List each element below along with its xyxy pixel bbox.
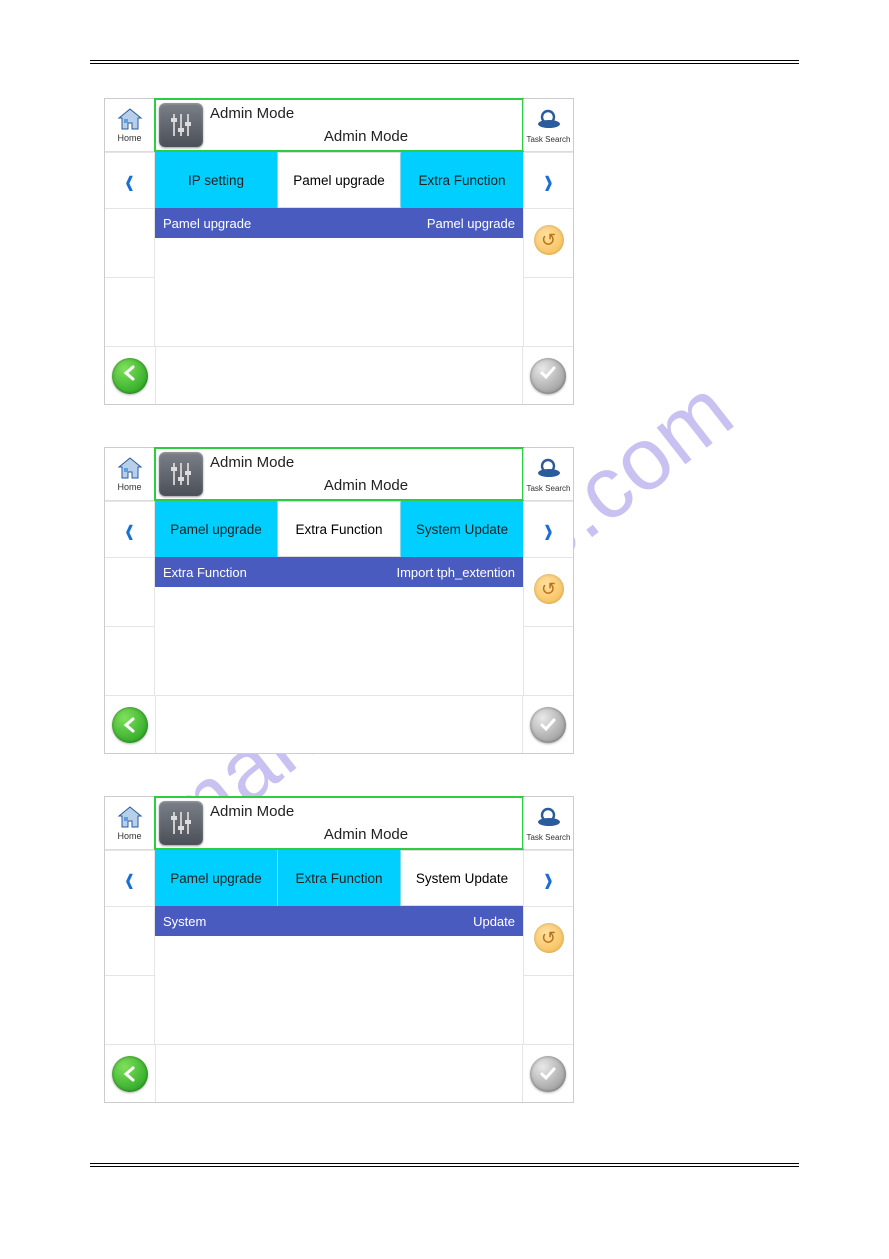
task-search-label: Task Search: [526, 135, 570, 144]
back-button[interactable]: [105, 347, 155, 404]
section-right: Pamel upgrade: [427, 216, 515, 231]
tab-label: Extra Function: [295, 871, 382, 886]
tab-label: Extra Function: [418, 173, 505, 188]
device-screenshot: Home Admin Mode Admin Mode Task Search: [104, 447, 574, 754]
refresh-icon: ↺: [541, 579, 556, 600]
tab-extra-function[interactable]: Extra Function: [401, 152, 523, 208]
search-icon: [535, 805, 563, 832]
section-header: System Update: [155, 906, 523, 936]
header-title: Admin Mode: [210, 105, 522, 122]
sliders-icon[interactable]: [159, 103, 203, 147]
tab-pamel-upgrade[interactable]: Pamel upgrade: [278, 152, 401, 208]
tab-extra-function[interactable]: Extra Function: [278, 501, 401, 557]
header-subtitle: Admin Mode: [210, 477, 522, 494]
header-subtitle: Admin Mode: [210, 826, 522, 843]
section-left: Pamel upgrade: [163, 216, 251, 231]
device-screenshot: Home Admin Mode Admin Mode Task Search: [104, 98, 574, 405]
page-top-rule: [90, 60, 799, 64]
confirm-button[interactable]: [523, 347, 573, 404]
tab-pamel-upgrade[interactable]: Pamel upgrade: [155, 850, 278, 906]
section-left: System: [163, 914, 206, 929]
refresh-button[interactable]: ↺: [524, 558, 573, 627]
tab-pamel-upgrade[interactable]: Pamel upgrade: [155, 501, 278, 557]
home-button[interactable]: Home: [105, 797, 155, 849]
mode-header: Admin Mode Admin Mode: [154, 796, 524, 850]
home-label: Home: [117, 482, 141, 492]
section-left: Extra Function: [163, 565, 247, 580]
content-area: [155, 238, 523, 346]
tab-next-button[interactable]: ›: [523, 850, 573, 906]
task-search-button[interactable]: Task Search: [523, 99, 573, 151]
chevron-right-icon: ›: [544, 855, 553, 902]
chevron-left-icon: ‹: [125, 157, 134, 204]
home-button[interactable]: Home: [105, 99, 155, 151]
tab-prev-button[interactable]: ‹: [105, 501, 155, 557]
task-search-label: Task Search: [526, 833, 570, 842]
tab-system-update[interactable]: System Update: [401, 850, 523, 906]
header-title: Admin Mode: [210, 803, 522, 820]
content-area: [155, 587, 523, 695]
chevron-left-icon: ‹: [125, 855, 134, 902]
chevron-right-icon: ›: [544, 157, 553, 204]
back-button[interactable]: [105, 1045, 155, 1102]
section-header: Pamel upgrade Pamel upgrade: [155, 208, 523, 238]
section-right: Update: [473, 914, 515, 929]
tab-next-button[interactable]: ›: [523, 152, 573, 208]
content-area: [155, 936, 523, 1044]
tab-label: Pamel upgrade: [170, 522, 262, 537]
tab-system-update[interactable]: System Update: [401, 501, 523, 557]
section-right: Import tph_extention: [396, 565, 515, 580]
task-search-label: Task Search: [526, 484, 570, 493]
tab-label: Extra Function: [295, 522, 382, 537]
side-cell: [105, 209, 154, 278]
home-label: Home: [117, 831, 141, 841]
tab-label: System Update: [416, 522, 508, 537]
home-icon: [116, 805, 144, 829]
home-button[interactable]: Home: [105, 448, 155, 500]
mode-header: Admin Mode Admin Mode: [154, 447, 524, 501]
home-icon: [116, 107, 144, 131]
tab-extra-function[interactable]: Extra Function: [278, 850, 401, 906]
device-screenshot: Home Admin Mode Admin Mode Task Search: [104, 796, 574, 1103]
footer-spacer: [155, 347, 523, 404]
header-title: Admin Mode: [210, 454, 522, 471]
refresh-icon: ↺: [541, 928, 556, 949]
tab-label: IP setting: [188, 173, 244, 188]
confirm-button[interactable]: [523, 696, 573, 753]
refresh-icon: ↺: [541, 230, 556, 251]
chevron-left-icon: ‹: [125, 506, 134, 553]
page-bottom-rule: [90, 1163, 799, 1167]
arrow-left-icon: [121, 364, 139, 387]
chevron-right-icon: ›: [544, 506, 553, 553]
tab-label: Pamel upgrade: [170, 871, 262, 886]
home-label: Home: [117, 133, 141, 143]
task-search-button[interactable]: Task Search: [523, 448, 573, 500]
mode-header: Admin Mode Admin Mode: [154, 98, 524, 152]
tab-next-button[interactable]: ›: [523, 501, 573, 557]
section-header: Extra Function Import tph_extention: [155, 557, 523, 587]
tab-label: Pamel upgrade: [293, 173, 385, 188]
tab-prev-button[interactable]: ‹: [105, 152, 155, 208]
back-button[interactable]: [105, 696, 155, 753]
confirm-button[interactable]: [523, 1045, 573, 1102]
task-search-button[interactable]: Task Search: [523, 797, 573, 849]
refresh-button[interactable]: ↺: [524, 209, 573, 278]
header-subtitle: Admin Mode: [210, 128, 522, 145]
sliders-icon[interactable]: [159, 801, 203, 845]
sliders-icon[interactable]: [159, 452, 203, 496]
check-icon: [539, 364, 557, 387]
tab-ip-setting[interactable]: IP setting: [155, 152, 278, 208]
refresh-button[interactable]: ↺: [524, 907, 573, 976]
search-icon: [535, 107, 563, 134]
search-icon: [535, 456, 563, 483]
tab-prev-button[interactable]: ‹: [105, 850, 155, 906]
tab-label: System Update: [416, 871, 508, 886]
screenshot-stack: Home Admin Mode Admin Mode Task Search: [90, 98, 799, 1103]
home-icon: [116, 456, 144, 480]
